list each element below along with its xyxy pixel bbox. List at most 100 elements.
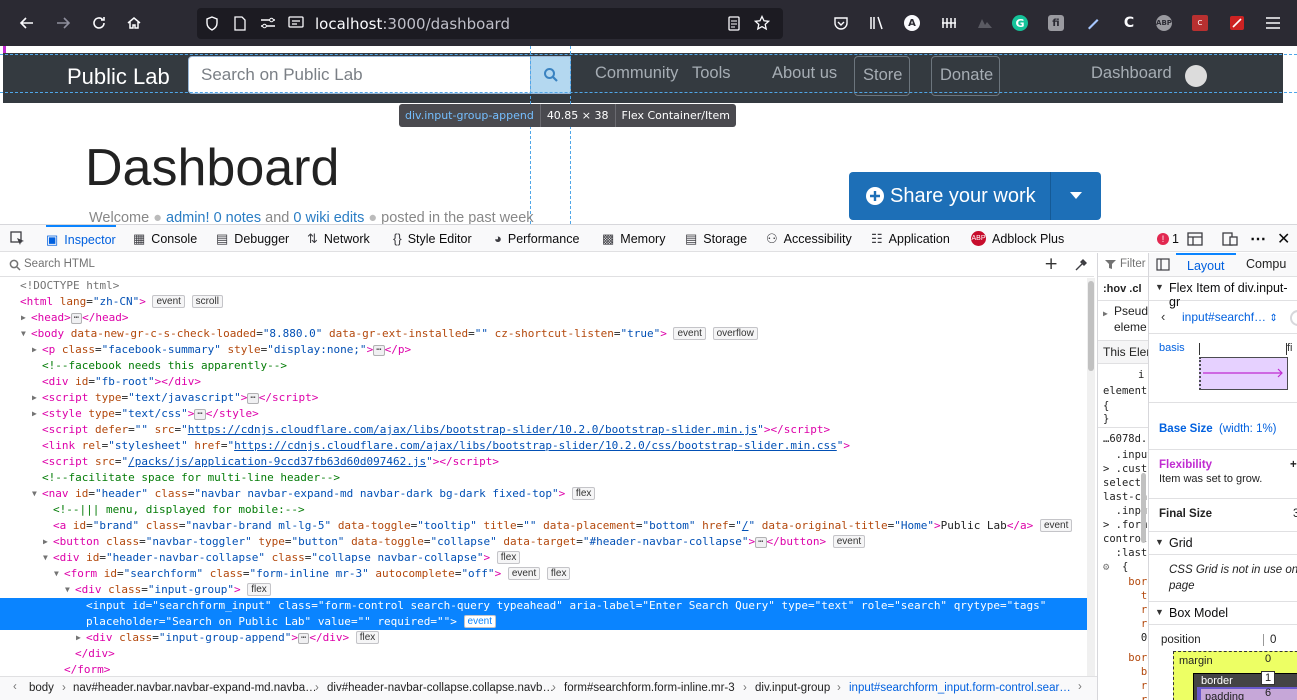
permissions-icon[interactable] xyxy=(259,14,277,32)
tree-node[interactable]: <div id="fb-root"></div> xyxy=(0,374,1087,390)
grammarly-icon[interactable]: G xyxy=(1012,15,1028,31)
back-arrow-icon[interactable] xyxy=(15,11,39,35)
breadcrumb-item[interactable]: div.input-group xyxy=(755,682,830,694)
pick-element-icon[interactable] xyxy=(10,225,26,252)
tree-node[interactable]: <!DOCTYPE html> xyxy=(0,278,1087,294)
pen-icon[interactable] xyxy=(1084,14,1102,32)
tab-memory[interactable]: ▩ Memory xyxy=(602,225,665,252)
menu-icon[interactable] xyxy=(1264,14,1282,32)
chevron-left-icon[interactable]: ‹ xyxy=(1161,309,1165,324)
tree-node[interactable]: <script defer="" src="https://cdnjs.clou… xyxy=(0,422,1087,438)
tree-node[interactable]: ▼ <nav id="header" class="navbar navbar-e… xyxy=(0,486,1087,502)
user-link[interactable]: admin! xyxy=(166,210,210,224)
tab-inspector[interactable]: ▣ Inspector xyxy=(46,225,116,252)
reader-view-icon[interactable] xyxy=(287,14,305,32)
extension-icon[interactable] xyxy=(976,14,994,32)
tree-node[interactable]: <!--facilitate space for multi-line head… xyxy=(0,470,1087,486)
page-icon[interactable] xyxy=(231,14,249,32)
chevron-right-icon[interactable]: › xyxy=(1078,681,1082,693)
pseudo-elements-toggle[interactable]: Pseud xyxy=(1114,304,1148,318)
tree-node[interactable]: <link rel="stylesheet" href="https://cdn… xyxy=(0,438,1087,454)
share-dropdown-toggle[interactable] xyxy=(1051,172,1101,220)
tree-node[interactable]: ▼ <form id="searchform" class="form-inlin… xyxy=(0,566,1087,582)
library-icon[interactable] xyxy=(868,14,886,32)
url-bar[interactable]: localhost:3000/dashboard xyxy=(197,8,783,39)
box-model-section-header[interactable]: ▼ Box Model xyxy=(1149,601,1297,625)
breadcrumb-item[interactable]: nav#header.navbar.navbar-expand-md.navba… xyxy=(73,682,317,694)
home-icon[interactable] xyxy=(122,11,146,35)
extension-icon[interactable]: fi xyxy=(1048,15,1064,31)
tree-node[interactable]: <a id="brand" class="navbar-brand ml-lg-… xyxy=(0,518,1087,534)
url-text[interactable]: localhost:3000/dashboard xyxy=(315,15,510,33)
donate-button[interactable]: Donate xyxy=(931,56,1000,96)
sidebar-toggle-icon[interactable] xyxy=(1156,258,1170,271)
reload-icon[interactable] xyxy=(87,11,111,35)
tree-node[interactable]: ▶ <div class="input-group-append"> ⋯ </div>… xyxy=(0,630,1087,646)
add-node-icon[interactable]: + xyxy=(1044,254,1058,274)
rules-scrollbar[interactable] xyxy=(1141,473,1146,543)
markup-scrollbar[interactable] xyxy=(1087,278,1095,676)
tree-node[interactable]: ▼ <body data-new-gr-c-s-check-loaded="8.8… xyxy=(0,326,1087,342)
tree-node[interactable]: ▼ <div class="input-group"> flex xyxy=(0,582,1087,598)
store-button[interactable]: Store xyxy=(854,56,910,96)
notes-link[interactable]: 0 notes xyxy=(214,210,262,224)
extension-icon[interactable]: C xyxy=(1120,14,1138,32)
close-icon[interactable]: ✕ xyxy=(1277,225,1290,252)
flex-item-section-header[interactable]: ▼ Flex Item of div.input-gr xyxy=(1149,277,1297,309)
tab-debugger[interactable]: ▤ Debugger xyxy=(216,225,289,252)
rules-filter[interactable]: Filter xyxy=(1098,253,1148,277)
chevron-left-icon[interactable]: ‹ xyxy=(13,681,17,693)
extension-icon[interactable] xyxy=(940,14,958,32)
share-main[interactable]: Share your work xyxy=(849,172,1051,220)
breadcrumb-item-selected[interactable]: input#searchform_input.form-control.sear… xyxy=(849,682,1071,694)
more-options-icon[interactable]: ⋯ xyxy=(1250,225,1266,252)
tree-node[interactable]: <!--facebook needs this apparently--> xyxy=(0,358,1087,374)
pocket-icon[interactable] xyxy=(832,14,850,32)
error-count-badge[interactable]: ! 1 xyxy=(1157,225,1179,252)
tab-console[interactable]: ▦ Console xyxy=(133,225,197,252)
tab-computed[interactable]: Compu xyxy=(1246,257,1286,271)
nav-dashboard[interactable]: Dashboard xyxy=(1091,64,1172,83)
breadcrumb-item[interactable]: div#header-navbar-collapse.collapse.navb… xyxy=(327,682,554,694)
tree-node[interactable]: ▶ <script type="text/javascript"> ⋯ </scrip… xyxy=(0,390,1087,406)
tree-node[interactable]: ▶ <button class="navbar-toggler" type="bu… xyxy=(0,534,1087,550)
search-input[interactable]: Search on Public Lab xyxy=(188,56,531,94)
abp-icon[interactable]: ABP xyxy=(1156,15,1172,31)
tab-style-editor[interactable]: {} Style Editor xyxy=(393,225,472,252)
eyedropper-icon[interactable] xyxy=(1074,258,1088,272)
share-your-work-button[interactable]: Share your work xyxy=(849,172,1101,220)
nav-tools[interactable]: Tools xyxy=(692,64,731,83)
reader-mode-icon[interactable] xyxy=(725,14,743,32)
tree-node[interactable]: <script src="/packs/js/application-9ccd3… xyxy=(0,454,1087,470)
tab-performance[interactable]: ◕ Performance xyxy=(494,225,579,252)
breadcrumb-item[interactable]: form#searchform.form-inline.mr-3 xyxy=(564,682,735,694)
tab-layout[interactable]: Layout xyxy=(1176,253,1236,277)
tree-node[interactable]: ▶ <style type="text/css"> ⋯ </style> xyxy=(0,406,1087,422)
tab-network[interactable]: ⇅ Network xyxy=(307,225,370,252)
tree-node-selected[interactable]: <input id="searchform_input" class="form… xyxy=(0,598,1087,630)
tree-node[interactable]: <html lang="zh-CN"> event scroll xyxy=(0,294,1087,310)
bookmark-star-icon[interactable] xyxy=(753,14,771,32)
responsive-mode-icon[interactable] xyxy=(1222,225,1238,252)
wiki-edits-link[interactable]: 0 wiki edits xyxy=(293,210,364,224)
site-brand[interactable]: Public Lab xyxy=(67,64,170,90)
tree-node[interactable]: ▶ <head> ⋯ </head> xyxy=(0,310,1087,326)
account-icon[interactable]: A xyxy=(904,15,920,31)
tree-node[interactable]: ▶ <p class="facebook-summary" style="disp… xyxy=(0,342,1087,358)
nav-about-us[interactable]: About us xyxy=(772,64,837,83)
hover-toggle[interactable]: :hov .cl xyxy=(1103,283,1142,295)
tree-node[interactable]: </form> xyxy=(0,662,1087,676)
tab-application[interactable]: ☷ Application xyxy=(871,225,950,252)
extension-icon[interactable] xyxy=(1228,14,1246,32)
tab-accessibility[interactable]: ⚇ Accessibility xyxy=(766,225,852,252)
tree-node[interactable]: <!--||| menu, displayed for mobile:--> xyxy=(0,502,1087,518)
tab-storage[interactable]: ▤ Storage xyxy=(685,225,747,252)
nav-community[interactable]: Community xyxy=(595,64,678,83)
html-search-bar[interactable]: Search HTML + xyxy=(0,253,1094,277)
avatar[interactable] xyxy=(1185,65,1207,87)
breadcrumb-item[interactable]: body xyxy=(29,682,54,694)
tab-adblock-plus[interactable]: ABP Adblock Plus xyxy=(971,225,1064,252)
tree-node[interactable]: ▼ <div id="header-navbar-collapse" class=… xyxy=(0,550,1087,566)
tree-node[interactable]: </div> xyxy=(0,646,1087,662)
shield-icon[interactable] xyxy=(203,14,221,32)
